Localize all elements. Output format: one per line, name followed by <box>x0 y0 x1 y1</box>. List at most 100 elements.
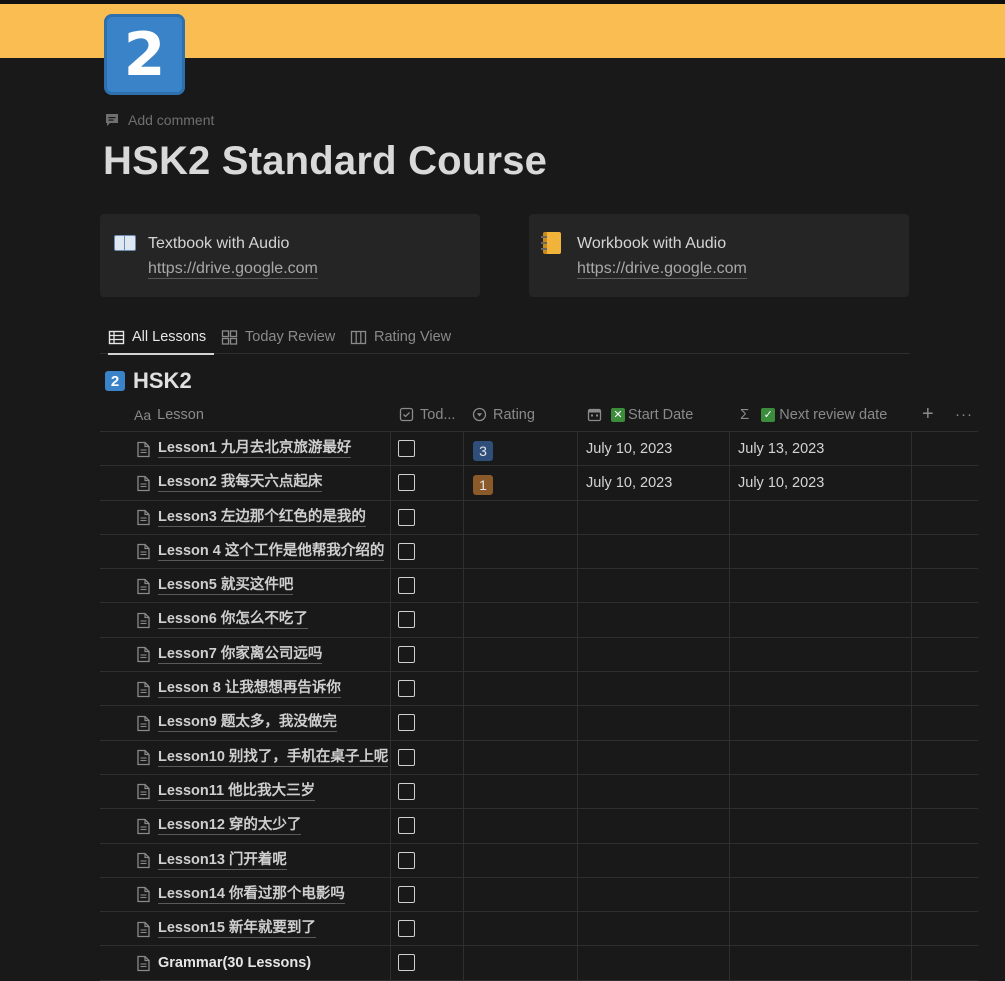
today-checkbox[interactable] <box>398 440 415 457</box>
lesson-cell[interactable]: Lesson14 你看过那个电影吗 <box>136 878 345 912</box>
table-row[interactable]: Lesson 8 让我想想再告诉你 <box>100 672 978 707</box>
lesson-title[interactable]: Lesson11 他比我大三岁 <box>158 783 316 801</box>
today-checkbox[interactable] <box>398 645 415 663</box>
tab-label: Rating View <box>374 329 452 345</box>
today-checkbox[interactable] <box>398 817 415 835</box>
page-icon <box>137 921 150 937</box>
table-row[interactable]: Lesson12 穿的太少了 <box>100 809 978 844</box>
table-row[interactable]: Lesson2 我每天六点起床 1 July 10, 2023 July 10, 2… <box>100 466 978 501</box>
lessons-table: Aa Lesson Tod... Rating ✕ Start Date Σ ✓… <box>100 397 978 981</box>
lesson-title[interactable]: Lesson7 你家离公司远吗 <box>158 646 323 664</box>
table-row[interactable]: Lesson14 你看过那个电影吗 <box>100 878 978 913</box>
lesson-cell[interactable]: Lesson9 题太多，我没做完 <box>136 706 337 740</box>
lesson-cell[interactable]: Lesson12 穿的太少了 <box>136 809 302 843</box>
lesson-title[interactable]: Lesson5 就买这件吧 <box>158 577 294 596</box>
today-checkbox[interactable] <box>398 885 415 903</box>
start-date-cell[interactable]: July 10, 2023 <box>586 432 672 466</box>
table-row[interactable]: Lesson15 新年就要到了 <box>100 912 978 947</box>
today-checkbox[interactable] <box>398 508 415 526</box>
lesson-cell[interactable]: Lesson1 九月去北京旅游最好 <box>136 432 352 466</box>
lesson-cell[interactable]: Lesson7 你家离公司远吗 <box>136 638 323 672</box>
today-checkbox[interactable] <box>398 920 415 938</box>
bookmark-url[interactable]: https://drive.google.com <box>577 260 747 279</box>
table-header: Aa Lesson Tod... Rating ✕ Start Date Σ ✓… <box>100 397 978 432</box>
today-checkbox[interactable] <box>398 542 415 560</box>
page-icon-keycap-2[interactable]: 2 <box>104 14 185 95</box>
lesson-title[interactable]: Lesson14 你看过那个电影吗 <box>158 886 345 904</box>
lesson-cell[interactable]: Lesson6 你怎么不吃了 <box>136 603 308 637</box>
today-checkbox[interactable] <box>398 474 415 492</box>
table-row[interactable]: Lesson6 你怎么不吃了 <box>100 603 978 638</box>
column-label: Lesson <box>157 406 204 423</box>
next-review-cell: July 13, 2023 <box>738 441 825 457</box>
today-checkbox[interactable] <box>398 680 415 698</box>
table-row[interactable]: Lesson10 别找了，手机在桌子上呢 <box>100 741 978 775</box>
lesson-cell[interactable]: Lesson11 他比我大三岁 <box>136 775 316 809</box>
today-checkbox[interactable] <box>398 611 415 629</box>
view-tabs: All Lessons Today Review Rating View <box>100 320 910 355</box>
page-icon <box>137 647 150 663</box>
today-checkbox[interactable] <box>398 954 415 972</box>
lesson-title[interactable]: Lesson6 你怎么不吃了 <box>158 611 308 630</box>
lesson-title[interactable]: Lesson2 我每天六点起床 <box>158 474 323 493</box>
today-checkbox[interactable] <box>398 851 415 869</box>
table-row[interactable]: Lesson5 就买这件吧 <box>100 569 978 604</box>
today-checkbox[interactable] <box>398 748 415 766</box>
bookmark-textbook[interactable]: Textbook with Audio https://drive.google… <box>100 214 480 297</box>
column-divider <box>911 432 912 981</box>
lesson-title[interactable]: Lesson 8 让我想想再告诉你 <box>158 680 341 699</box>
table-row[interactable]: Lesson 4 这个工作是他帮我介绍的 <box>100 535 978 570</box>
rating-tag[interactable]: 3 <box>473 441 493 461</box>
lesson-title[interactable]: Lesson1 九月去北京旅游最好 <box>158 440 352 458</box>
more-options-button[interactable]: ··· <box>955 397 973 432</box>
column-header-lesson[interactable]: Aa Lesson <box>134 397 204 432</box>
add-comment-button[interactable]: Add comment <box>104 110 214 130</box>
lesson-cell[interactable]: Grammar(30 Lessons) <box>136 946 311 980</box>
lesson-title[interactable]: Lesson3 左边那个红色的是我的 <box>158 509 366 527</box>
bookmark-url[interactable]: https://drive.google.com <box>148 260 318 279</box>
lesson-cell[interactable]: Lesson3 左边那个红色的是我的 <box>136 501 366 535</box>
column-divider <box>390 432 391 981</box>
table-row[interactable]: Grammar(30 Lessons) <box>100 946 978 981</box>
table-row[interactable]: Lesson9 题太多，我没做完 <box>100 706 978 741</box>
page-icon <box>137 750 150 766</box>
comment-icon <box>106 114 118 126</box>
lesson-title[interactable]: Lesson10 别找了，手机在桌子上呢 <box>158 749 389 767</box>
table-row[interactable]: Lesson13 门开着呢 <box>100 844 978 878</box>
lesson-title[interactable]: Lesson9 题太多，我没做完 <box>158 714 337 733</box>
check-mark-icon: ✓ <box>761 407 776 422</box>
add-property-button[interactable]: + <box>922 397 934 432</box>
lesson-cell[interactable]: Lesson 8 让我想想再告诉你 <box>136 672 341 706</box>
lesson-cell[interactable]: Lesson15 新年就要到了 <box>136 912 316 946</box>
table-row[interactable]: Lesson11 他比我大三岁 <box>100 775 978 810</box>
bookmark-title: Textbook with Audio <box>148 235 290 252</box>
lesson-title[interactable]: Lesson 4 这个工作是他帮我介绍的 <box>158 543 385 561</box>
lesson-cell[interactable]: Lesson13 门开着呢 <box>136 844 287 878</box>
table-row[interactable]: Lesson3 左边那个红色的是我的 <box>100 501 978 535</box>
lesson-cell[interactable]: Lesson2 我每天六点起床 <box>136 466 323 500</box>
today-checkbox[interactable] <box>398 714 415 732</box>
bookmark-workbook[interactable]: Workbook with Audio https://drive.google… <box>529 214 909 297</box>
lesson-title[interactable]: Grammar(30 Lessons) <box>158 955 311 972</box>
lesson-title[interactable]: Lesson12 穿的太少了 <box>158 817 302 836</box>
column-header-rating[interactable]: Rating <box>472 397 535 432</box>
lesson-cell[interactable]: Lesson 4 这个工作是他帮我介绍的 <box>136 535 385 569</box>
lesson-title[interactable]: Lesson15 新年就要到了 <box>158 920 316 939</box>
today-checkbox[interactable] <box>398 782 415 800</box>
table-row[interactable]: Lesson1 九月去北京旅游最好 3 July 10, 2023 July 13,… <box>100 432 978 467</box>
tab-all-lessons[interactable]: All Lessons <box>108 320 215 355</box>
rating-tag[interactable]: 1 <box>473 475 493 496</box>
column-header-next-review[interactable]: Σ ✓ Next review date <box>740 397 887 432</box>
page-title[interactable]: HSK2 Standard Course <box>103 139 547 184</box>
start-date-cell[interactable]: July 10, 2023 <box>586 466 672 500</box>
lesson-cell[interactable]: Lesson5 就买这件吧 <box>136 569 294 603</box>
database-title[interactable]: 2 HSK2 <box>105 368 192 394</box>
lesson-cell[interactable]: Lesson10 别找了，手机在桌子上呢 <box>136 741 389 775</box>
lesson-title[interactable]: Lesson13 门开着呢 <box>158 852 287 870</box>
column-header-today[interactable]: Tod... <box>399 397 455 432</box>
tab-today-review[interactable]: Today Review <box>221 320 335 354</box>
tab-rating-view[interactable]: Rating View <box>350 320 451 354</box>
today-checkbox[interactable] <box>398 577 415 595</box>
table-row[interactable]: Lesson7 你家离公司远吗 <box>100 638 978 673</box>
column-header-start-date[interactable]: ✕ Start Date <box>587 397 693 432</box>
